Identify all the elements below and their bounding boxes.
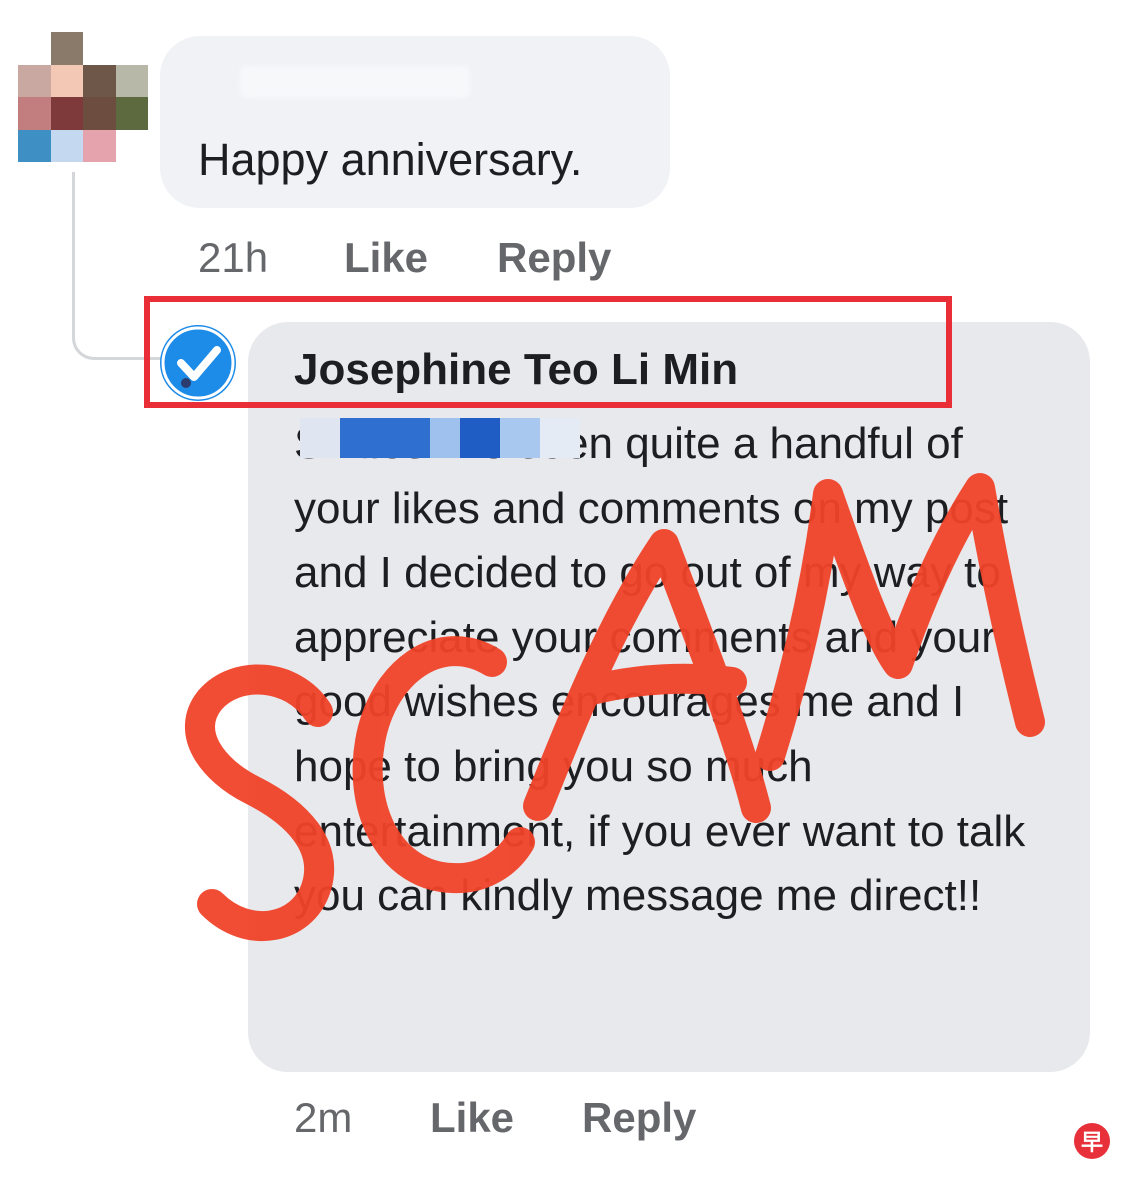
comment-timestamp: 21h [198, 234, 269, 281]
blurred-mention [300, 418, 580, 458]
blurred-commenter-name [240, 66, 470, 98]
reply-text: Smiles I've seen quite a handful of your… [294, 419, 1026, 921]
comment-like-button[interactable]: Like [344, 234, 428, 282]
reply-reply-button[interactable]: Reply [582, 1094, 696, 1142]
reply-timestamp: 2m [294, 1094, 353, 1141]
comment-text: Happy anniversary. [198, 134, 583, 185]
commenter-avatar[interactable] [18, 32, 148, 162]
reply-like-button[interactable]: Like [430, 1094, 514, 1142]
author-highlight-box [144, 296, 952, 408]
publisher-watermark: 早 [1074, 1123, 1110, 1159]
comment-thread: Happy anniversary. 21h Like Reply Joseph… [0, 0, 1140, 1191]
comment-reply-button[interactable]: Reply [497, 234, 611, 282]
